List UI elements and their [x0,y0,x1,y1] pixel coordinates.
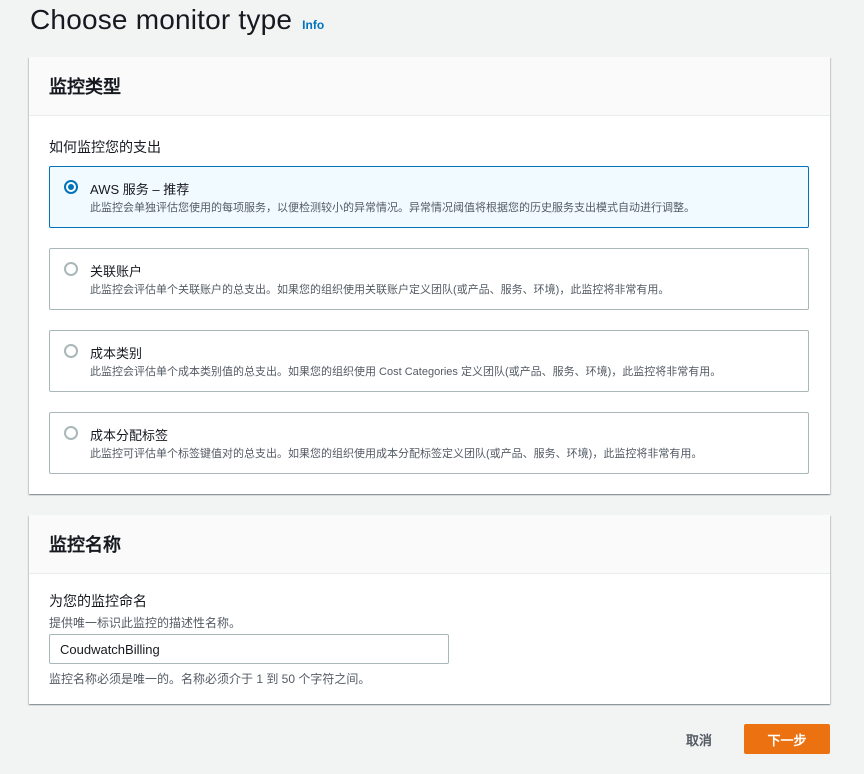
radio-linked-account[interactable] [64,262,78,276]
option-description: 此监控可评估单个标签键值对的总支出。如果您的组织使用成本分配标签定义团队(或产品… [90,448,703,460]
monitor-type-panel-title: 监控类型 [49,77,121,97]
page-title: Choose monitor type [30,4,293,35]
option-tile-aws-services[interactable]: AWS 服务 – 推荐 此监控会单独评估您使用的每项服务，以便检测较小的异常情况… [49,166,809,228]
option-title: 成本类别 [90,346,143,361]
option-title: 成本分配标签 [90,428,169,443]
option-tile-linked-account[interactable]: 关联账户 此监控会评估单个关联账户的总支出。如果您的组织使用关联账户定义团队(或… [49,248,809,310]
option-title: 关联账户 [90,264,143,279]
radio-cost-allocation-tag[interactable] [64,426,78,440]
monitor-name-panel: 监控名称 为您的监控命名 提供唯一标识此监控的描述性名称。 监控名称必须是唯一的… [29,515,830,704]
option-tile-cost-allocation-tag[interactable]: 成本分配标签 此监控可评估单个标签键值对的总支出。如果您的组织使用成本分配标签定… [49,412,809,474]
monitor-name-input[interactable] [49,634,449,664]
monitor-type-panel-header: 监控类型 [29,57,830,116]
info-link[interactable]: Info [302,18,324,32]
radio-aws-services[interactable] [64,180,78,194]
option-description: 此监控会单独评估您使用的每项服务，以便检测较小的异常情况。异常情况阈值将根据您的… [90,202,695,214]
option-description: 此监控会评估单个成本类别值的总支出。如果您的组织使用 Cost Categori… [90,366,722,378]
option-tile-cost-category[interactable]: 成本类别 此监控会评估单个成本类别值的总支出。如果您的组织使用 Cost Cat… [49,330,809,392]
monitor-name-panel-header: 监控名称 [29,515,830,574]
monitor-type-question: 如何监控您的支出 [49,139,161,155]
monitor-name-constraint: 监控名称必须是唯一的。名称必须介于 1 到 50 个字符之间。 [49,672,371,686]
page-header: Choose monitor type Info [30,4,324,36]
monitor-name-description: 提供唯一标识此监控的描述性名称。 [49,616,242,630]
option-title: AWS 服务 – 推荐 [90,182,190,197]
option-description: 此监控会评估单个关联账户的总支出。如果您的组织使用关联账户定义团队(或产品、服务… [90,284,670,296]
next-button[interactable]: 下一步 [744,724,830,754]
monitor-name-label: 为您的监控命名 [49,593,147,609]
monitor-type-panel: 监控类型 如何监控您的支出 AWS 服务 – 推荐 此监控会单独评估您使用的每项… [29,57,830,494]
cancel-button[interactable]: 取消 [672,724,726,754]
radio-cost-category[interactable] [64,344,78,358]
monitor-name-panel-title: 监控名称 [49,535,121,555]
